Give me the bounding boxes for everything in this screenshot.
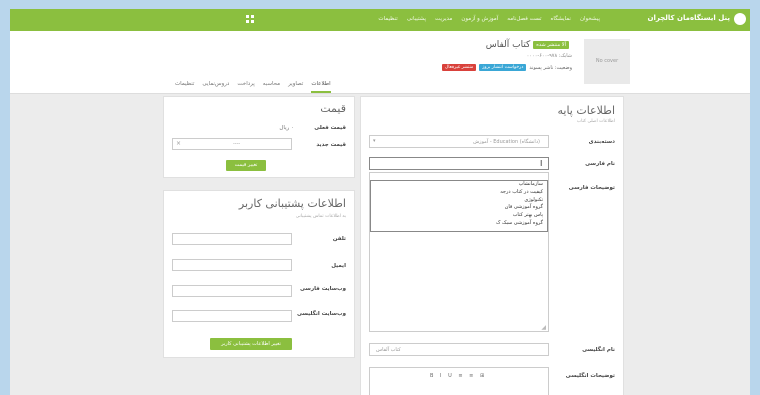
phone-label: تلفن <box>332 236 346 242</box>
tab-images[interactable]: تصاویر <box>288 81 303 93</box>
english-description-label: توضیحات انگلیسی <box>565 373 615 379</box>
category-value: آموزش - Education (دانشگاه) <box>473 139 540 145</box>
persian-website-input[interactable] <box>172 285 292 297</box>
support-panel-subtitle: به اطلاعات تماس پشتیبانی <box>295 214 346 219</box>
category-label: دسته‌بندی <box>588 139 615 145</box>
tab-calc[interactable]: محاسبه <box>263 81 280 93</box>
nav-item[interactable]: پشتیبانی <box>407 16 426 22</box>
autocomplete-dropdown: سازمانشاپ کیفیت در کتاب درجه تکنولوژی گر… <box>370 180 548 232</box>
dropdown-option[interactable]: سازمانشاپ <box>371 181 547 189</box>
clear-icon[interactable]: × <box>176 140 181 147</box>
book-header: No cover کتاب آلفاس آلا منتشر شده شابک: … <box>10 31 750 94</box>
text-cursor-icon: I <box>540 159 543 168</box>
persian-website-label: وب‌سایت فارسی <box>299 286 346 292</box>
base-panel-title: اطلاعات پایه <box>557 104 615 117</box>
nav-item[interactable]: پیشخوان <box>580 16 600 22</box>
support-panel: اطلاعات پشتیبانی کاربر به اطلاعات تماس پ… <box>163 190 355 358</box>
update-support-button[interactable]: تغییر اطلاعات پشتیبانی کاربر <box>210 338 292 350</box>
support-panel-title: اطلاعات پشتیبانی کاربر <box>238 197 346 210</box>
new-price-label: قیمت جدید <box>316 142 346 148</box>
editor-tool-icon[interactable]: ≡ <box>458 373 462 379</box>
price-panel: قیمت قیمت فعلی ۰ ریال قیمت جدید × ---- ت… <box>163 96 355 178</box>
price-panel-title: قیمت <box>320 102 346 115</box>
persian-description-label: توضیحات فارسی <box>568 185 615 191</box>
email-label: ایمیل <box>331 263 346 269</box>
brand-logo-icon[interactable] <box>734 13 746 25</box>
english-name-input[interactable]: کتاب آلفاس <box>369 343 549 356</box>
editor-tool-icon[interactable]: ≡ <box>469 373 473 379</box>
editor-toolbar: B I U ≡ ≡ ⊞ <box>430 373 489 379</box>
dropdown-option[interactable]: گروه آموزشی فان <box>371 204 547 212</box>
status-text: وضعیت: ناشر پسوند <box>529 64 572 71</box>
tab-preview[interactable]: دروس‌نمایی <box>202 81 229 93</box>
persian-name-input[interactable]: I <box>369 157 549 170</box>
book-cover-thumbnail[interactable]: No cover <box>584 39 630 84</box>
editor-tool-icon[interactable]: U <box>448 373 452 379</box>
apps-grid-icon[interactable] <box>246 15 255 24</box>
editor-tool-icon[interactable]: ⊞ <box>480 373 484 379</box>
phone-input[interactable] <box>172 233 292 245</box>
editor-tool-icon[interactable]: I <box>440 373 441 379</box>
status-badge: آلا منتشر شده <box>533 40 569 49</box>
brand-title[interactable]: پنل ایستگاه‌مان کالچران <box>648 14 731 22</box>
book-title: کتاب آلفاس آلا منتشر شده <box>486 40 572 50</box>
english-name-label: نام انگلیسی <box>582 347 615 353</box>
current-price-label: قیمت فعلی <box>314 125 346 131</box>
email-input[interactable] <box>172 259 292 271</box>
tab-settings[interactable]: تنظیمات <box>175 81 194 93</box>
dropdown-option[interactable]: پاس بهتر کتاب <box>371 212 547 220</box>
disabled-label[interactable]: منتشر غیرفعال <box>442 64 477 71</box>
category-select[interactable]: ▾ آموزش - Education (دانشگاه) <box>369 135 549 148</box>
nav-item[interactable]: نمایشگاه <box>551 16 571 22</box>
nav-item[interactable]: تنظیمات <box>378 16 397 22</box>
persian-name-label: نام فارسی <box>585 161 615 167</box>
main-nav: پیشخوان نمایشگاه تست فصل‌نامه آموزش و آز… <box>378 16 600 22</box>
chevron-down-icon: ▾ <box>373 138 376 144</box>
new-price-input[interactable]: × ---- <box>172 138 292 150</box>
dropdown-option[interactable]: گروه آموزشی سبک ک <box>371 220 547 228</box>
base-info-panel: اطلاعات پایه اطلاعات اصلی کتاب دسته‌بندی… <box>360 96 624 395</box>
editor-tool-icon[interactable]: B <box>430 373 433 379</box>
nav-item[interactable]: تست فصل‌نامه <box>507 16 541 22</box>
book-tabs: اطلاعات تصاویر محاسبه پرداخت دروس‌نمایی … <box>175 81 331 93</box>
change-price-button[interactable]: تغییر قیمت <box>226 160 266 171</box>
english-name-value: کتاب آلفاس <box>376 347 401 353</box>
publish-request-label[interactable]: درخواست انتشار بروز <box>479 64 527 71</box>
top-navbar: پنل ایستگاه‌مان کالچران پیشخوان نمایشگاه… <box>10 9 750 31</box>
nav-item[interactable]: مدیریت <box>435 16 452 22</box>
english-website-input[interactable] <box>172 310 292 322</box>
new-price-placeholder: ---- <box>233 141 241 147</box>
nav-item[interactable]: آموزش و آزمون <box>461 16 498 22</box>
english-description-editor[interactable]: B I U ≡ ≡ ⊞ <box>369 367 549 395</box>
tab-payment[interactable]: پرداخت <box>237 81 254 93</box>
book-isbn: شابک: ۹۷۸-۶۰۰-۰۰۰۰ <box>526 53 572 59</box>
base-panel-subtitle: اطلاعات اصلی کتاب <box>576 119 615 124</box>
tab-info[interactable]: اطلاعات <box>311 81 331 93</box>
book-title-text: کتاب آلفاس <box>485 40 531 50</box>
app-frame: پنل ایستگاه‌مان کالچران پیشخوان نمایشگاه… <box>10 9 750 395</box>
resize-handle-icon[interactable]: ◢ <box>541 324 546 331</box>
dropdown-option[interactable]: کیفیت در کتاب درجه <box>371 189 547 197</box>
english-website-label: وب‌سایت انگلیسی <box>296 311 346 317</box>
current-price-value: ۰ ریال <box>279 125 294 131</box>
book-status-row: وضعیت: ناشر پسوند درخواست انتشار بروز من… <box>442 64 572 71</box>
